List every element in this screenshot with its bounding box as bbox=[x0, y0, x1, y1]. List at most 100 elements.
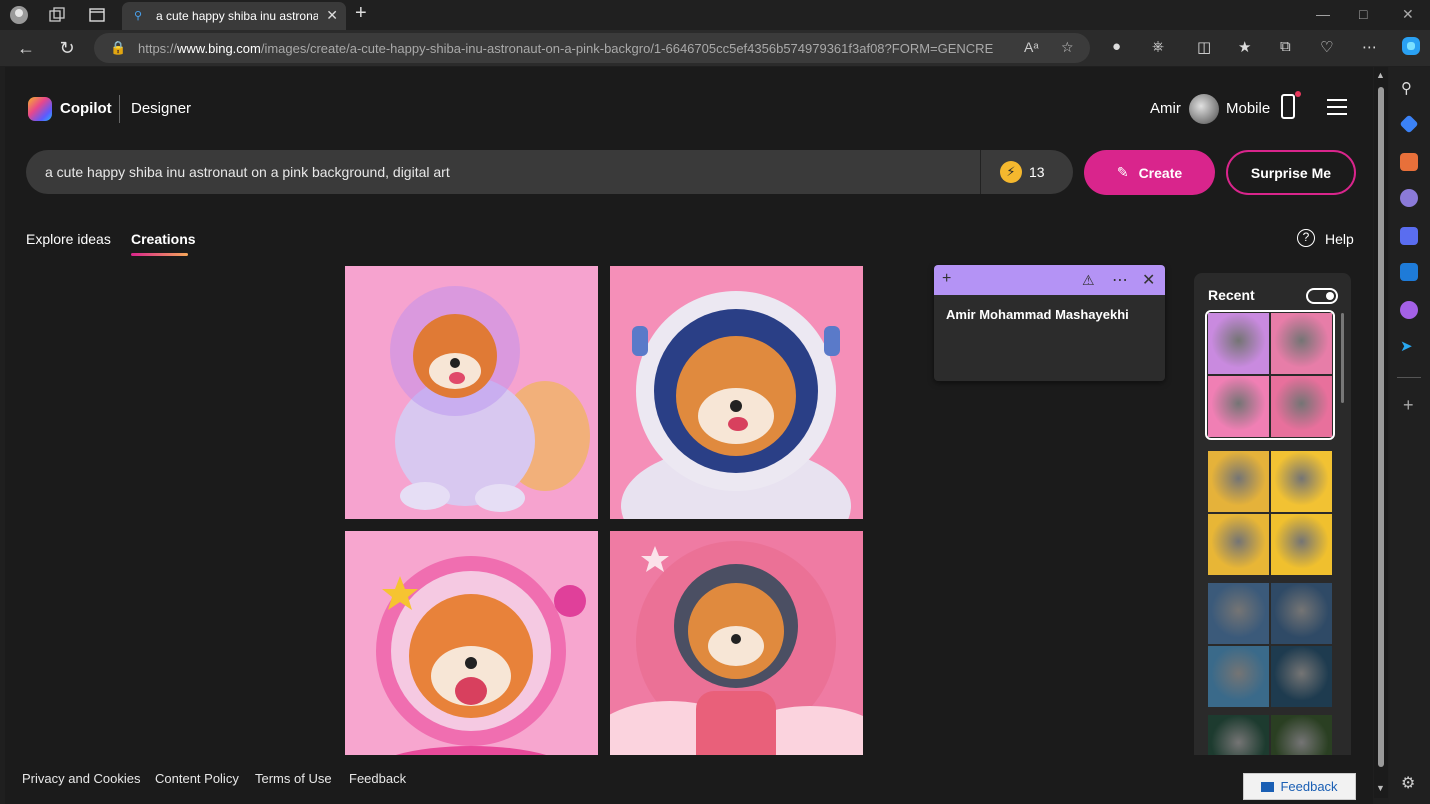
brand-name[interactable]: Copilot bbox=[60, 100, 112, 117]
hamburger-menu-icon[interactable] bbox=[1327, 99, 1347, 115]
avatar[interactable] bbox=[1189, 94, 1219, 124]
browser-tab-bar: ⚲ a cute happy shiba inu astronaut on a … bbox=[0, 0, 1430, 30]
recent-panel: Recent bbox=[1194, 273, 1351, 763]
scroll-down-arrow-icon[interactable]: ▼ bbox=[1376, 783, 1385, 793]
sticky-note-text[interactable]: Amir Mohammad Mashayekhi bbox=[946, 307, 1129, 322]
extension-record-icon[interactable]: ● bbox=[1112, 38, 1121, 55]
url-text: https://www.bing.com/images/create/a-cut… bbox=[138, 41, 994, 56]
feedback-button[interactable]: Feedback bbox=[1243, 773, 1356, 800]
recent-thumbnail-group[interactable] bbox=[1205, 310, 1335, 440]
surprise-me-button[interactable]: Surprise Me bbox=[1226, 150, 1356, 195]
feedback-link[interactable]: Feedback bbox=[349, 771, 406, 786]
recent-toggle[interactable] bbox=[1306, 288, 1338, 304]
scroll-up-arrow-icon[interactable]: ▲ bbox=[1376, 70, 1385, 80]
recent-thumbnail[interactable] bbox=[1208, 514, 1269, 575]
favorite-star-icon[interactable]: ☆ bbox=[1061, 39, 1074, 56]
sidebar-designer-icon[interactable] bbox=[1400, 301, 1418, 319]
recent-thumbnail[interactable] bbox=[1271, 313, 1332, 374]
recent-thumbnail[interactable] bbox=[1271, 583, 1332, 644]
extensions-icon[interactable]: ⎈ bbox=[1152, 38, 1164, 55]
maximize-icon[interactable]: □ bbox=[1359, 6, 1367, 22]
brush-icon: ✎ bbox=[1116, 164, 1129, 180]
edge-sidebar: ⚲ ➤ + ⚙ bbox=[1389, 67, 1430, 804]
recent-thumbnail-group[interactable] bbox=[1208, 451, 1332, 575]
scrollbar-thumb[interactable] bbox=[1378, 87, 1384, 767]
split-screen-icon[interactable]: ◫ bbox=[1197, 38, 1211, 56]
tab-title: a cute happy shiba inu astronaut on a pi… bbox=[156, 9, 318, 23]
mobile-phone-icon[interactable] bbox=[1281, 94, 1295, 119]
tab-creations[interactable]: Creations bbox=[131, 231, 196, 247]
vertical-tabs-icon[interactable] bbox=[86, 5, 108, 25]
generated-image[interactable] bbox=[610, 531, 863, 784]
collections-icon[interactable]: ⧉ bbox=[1280, 38, 1291, 55]
add-note-icon[interactable]: + bbox=[942, 270, 951, 288]
recent-thumbnail[interactable] bbox=[1208, 646, 1269, 707]
page-scrollbar[interactable]: ▲ ▼ bbox=[1374, 67, 1388, 798]
recent-thumbnail[interactable] bbox=[1271, 514, 1332, 575]
prompt-divider bbox=[980, 150, 981, 194]
create-button[interactable]: ✎ Create bbox=[1084, 150, 1215, 195]
recent-thumbnail[interactable] bbox=[1208, 583, 1269, 644]
copilot-sidebar-icon[interactable] bbox=[1400, 35, 1422, 61]
warning-icon[interactable]: ⚠ bbox=[1082, 272, 1095, 289]
generated-image[interactable] bbox=[345, 266, 598, 519]
close-tab-icon[interactable]: ✕ bbox=[326, 7, 338, 24]
more-options-icon[interactable]: ⋯ bbox=[1362, 38, 1377, 56]
surprise-me-label: Surprise Me bbox=[1250, 164, 1332, 181]
recent-thumbnail[interactable] bbox=[1208, 376, 1269, 437]
mobile-link[interactable]: Mobile bbox=[1226, 100, 1270, 117]
active-tab[interactable]: ⚲ a cute happy shiba inu astronaut on a … bbox=[122, 2, 346, 30]
search-icon: ⚲ bbox=[134, 10, 143, 22]
new-tab-icon[interactable]: + bbox=[355, 2, 367, 25]
sidebar-copilot-365-icon[interactable] bbox=[1400, 227, 1418, 245]
terms-link[interactable]: Terms of Use bbox=[255, 771, 332, 786]
sidebar-send-icon[interactable]: ➤ bbox=[1400, 337, 1418, 355]
help-icon[interactable]: ? bbox=[1297, 229, 1315, 247]
user-name[interactable]: Amir bbox=[1150, 100, 1181, 117]
recent-thumbnail[interactable] bbox=[1208, 313, 1269, 374]
sidebar-shopping-icon[interactable] bbox=[1399, 114, 1419, 134]
minimize-icon[interactable]: — bbox=[1316, 6, 1330, 22]
profile-avatar-icon[interactable] bbox=[8, 5, 30, 25]
close-window-icon[interactable]: ✕ bbox=[1402, 6, 1414, 23]
back-icon[interactable]: ← bbox=[14, 36, 38, 60]
sidebar-search-icon[interactable]: ⚲ bbox=[1401, 79, 1412, 97]
close-note-icon[interactable]: ✕ bbox=[1142, 270, 1155, 290]
recent-thumbnail-group[interactable] bbox=[1208, 583, 1332, 707]
feedback-chat-icon bbox=[1261, 781, 1275, 792]
recent-thumbnail[interactable] bbox=[1271, 646, 1332, 707]
privacy-link[interactable]: Privacy and Cookies bbox=[22, 771, 141, 786]
read-aloud-icon[interactable]: Aᵃ bbox=[1024, 39, 1039, 55]
sidebar-tools-icon[interactable] bbox=[1400, 153, 1418, 171]
refresh-icon[interactable]: ↻ bbox=[55, 36, 79, 60]
copilot-logo-icon[interactable] bbox=[28, 97, 52, 121]
sidebar-divider bbox=[1397, 377, 1421, 378]
recent-thumbnail[interactable] bbox=[1271, 451, 1332, 512]
browser-essentials-icon[interactable]: ♡ bbox=[1320, 38, 1333, 56]
recent-scrollbar[interactable] bbox=[1341, 313, 1344, 403]
help-link[interactable]: Help bbox=[1325, 231, 1354, 247]
address-bar[interactable]: 🔒 https://www.bing.com/images/create/a-c… bbox=[94, 33, 1090, 63]
note-more-options-icon[interactable]: ⋯ bbox=[1112, 270, 1128, 290]
recent-thumbnail[interactable] bbox=[1208, 451, 1269, 512]
workspaces-icon[interactable] bbox=[46, 5, 68, 25]
tab-explore-ideas[interactable]: Explore ideas bbox=[26, 231, 111, 247]
sidebar-settings-icon[interactable]: ⚙ bbox=[1401, 773, 1415, 793]
content-policy-link[interactable]: Content Policy bbox=[155, 771, 239, 786]
prompt-input[interactable]: a cute happy shiba inu astronaut on a pi… bbox=[26, 150, 1073, 194]
notification-dot bbox=[1295, 91, 1301, 97]
recent-thumbnail[interactable] bbox=[1271, 376, 1332, 437]
prompt-text[interactable]: a cute happy shiba inu astronaut on a pi… bbox=[45, 164, 450, 180]
generated-image[interactable] bbox=[610, 266, 863, 519]
recent-title: Recent bbox=[1208, 287, 1255, 303]
create-button-label: Create bbox=[1138, 164, 1183, 181]
favorites-icon[interactable]: ★ bbox=[1238, 38, 1251, 56]
designer-page: Copilot Designer Amir Mobile a cute happ… bbox=[5, 67, 1373, 804]
sidebar-outlook-icon[interactable] bbox=[1400, 263, 1418, 281]
sticky-note[interactable]: + ⚠ ⋯ ✕ Amir Mohammad Mashayekhi bbox=[934, 265, 1165, 381]
sidebar-add-icon[interactable]: + bbox=[1403, 395, 1414, 416]
lock-icon: 🔒 bbox=[110, 40, 127, 55]
sidebar-games-icon[interactable] bbox=[1400, 189, 1418, 207]
product-name[interactable]: Designer bbox=[131, 100, 191, 117]
generated-image[interactable] bbox=[345, 531, 598, 784]
